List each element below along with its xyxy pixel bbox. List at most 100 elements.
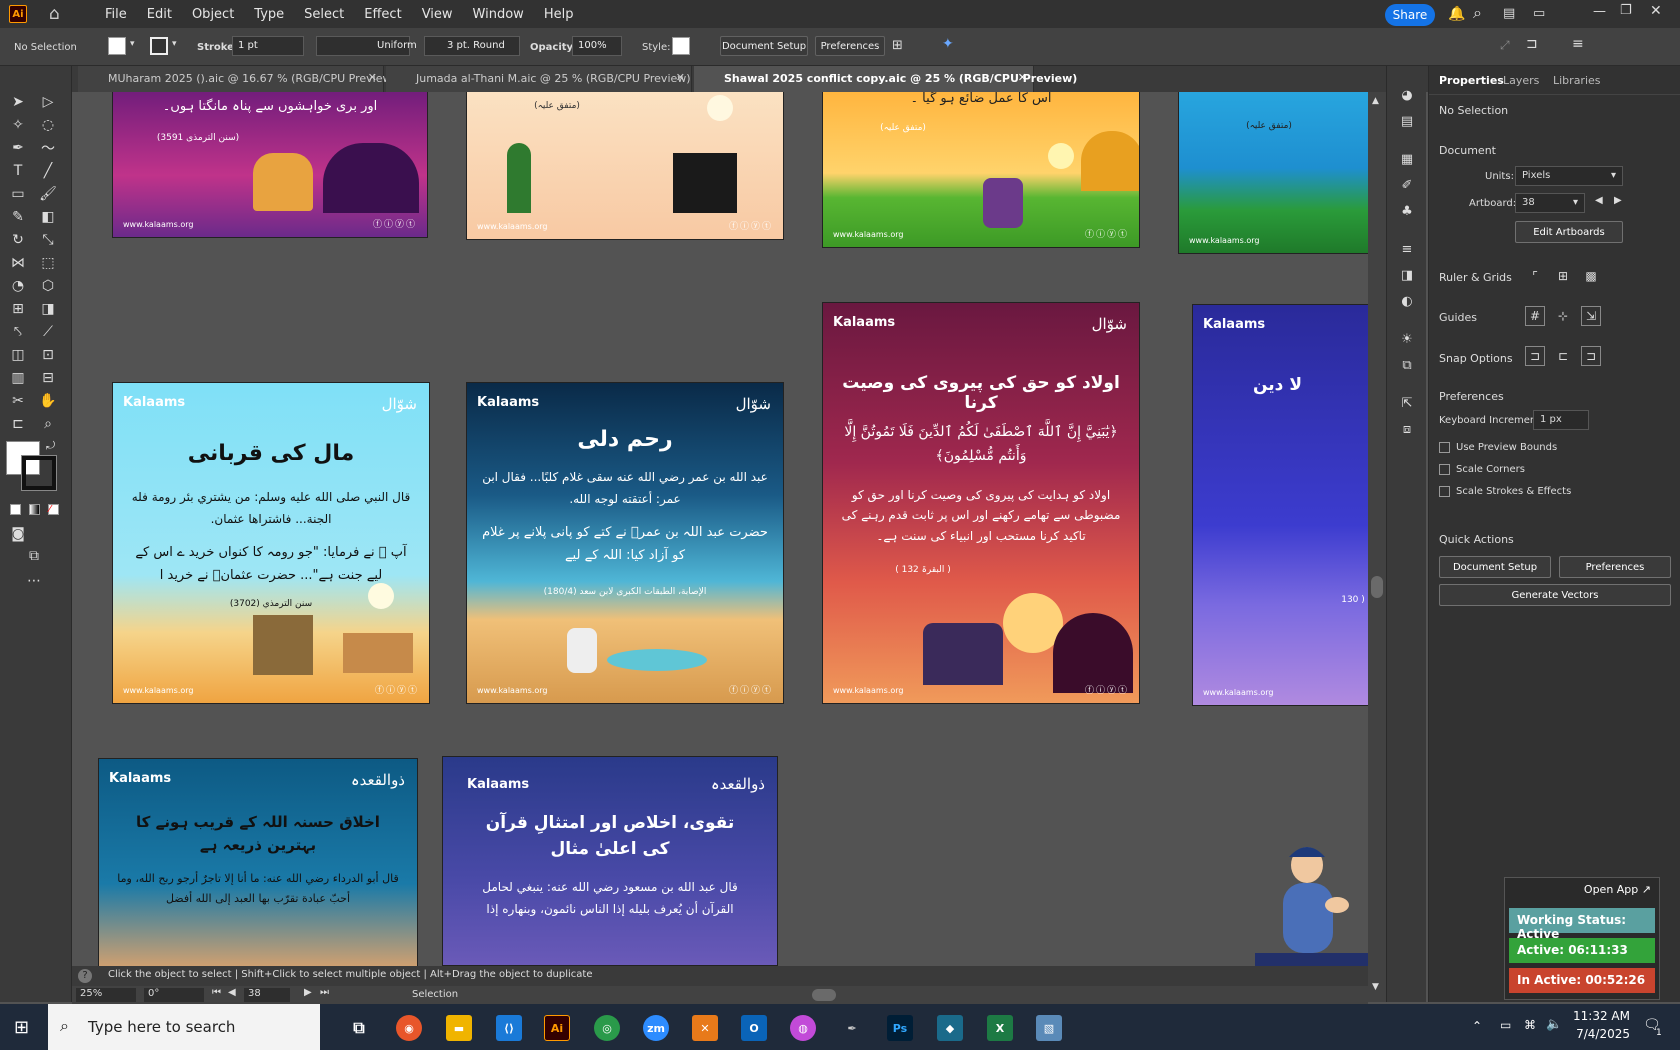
volume-icon[interactable]: 🔈 <box>1546 1017 1562 1032</box>
stroke-icon[interactable]: ≡ <box>1398 240 1416 258</box>
artboard-card[interactable]: Kalaams لا دین ( 130 www.kalaams.org <box>1192 304 1368 706</box>
brushes-icon[interactable]: ✐ <box>1398 176 1416 194</box>
menu-window[interactable]: Window <box>463 7 534 22</box>
menu-select[interactable]: Select <box>294 7 354 22</box>
snap-point-icon[interactable]: ⊐ <box>1525 346 1545 366</box>
snap-glyph-icon[interactable]: ⊐ <box>1581 346 1601 366</box>
task-view-icon[interactable]: ⧉ <box>346 1015 372 1041</box>
creative-cloud-icon[interactable]: ◍ <box>790 1015 816 1041</box>
xampp-icon[interactable]: ✕ <box>692 1015 718 1041</box>
zoom-dropdown[interactable]: 25% <box>76 988 136 1002</box>
pencil-icon[interactable]: ✎ <box>8 207 28 227</box>
artboard-card-children[interactable]: Kalaams شوّال اولاد کو حق کی پیروی کی وص… <box>822 302 1140 704</box>
minimize-icon[interactable]: — <box>1593 4 1606 19</box>
horizontal-scroll-thumb[interactable] <box>812 989 836 1001</box>
document-icon[interactable]: ▤ <box>1398 112 1416 130</box>
appearance-icon[interactable]: ☀ <box>1398 330 1416 348</box>
open-app-link[interactable]: Open App ↗ <box>1584 883 1651 896</box>
more-tools-icon[interactable]: ⋯ <box>24 571 44 591</box>
tab-jumada[interactable]: Jumada al-Thani M.aic @ 25 % (RGB/CPU Pr… <box>386 66 692 92</box>
edit-artboards-button[interactable]: Edit Artboards <box>1515 221 1623 243</box>
prev-artboard-icon[interactable]: ◀ <box>228 987 236 998</box>
measure-icon[interactable]: ⟋ <box>38 322 58 342</box>
print-tiling-icon[interactable]: ⊏ <box>8 414 28 434</box>
chevron-down-icon[interactable]: ▾ <box>130 39 135 49</box>
tab-libraries[interactable]: Libraries <box>1553 74 1601 87</box>
gradient-mode-icon[interactable] <box>29 504 40 515</box>
close-icon[interactable]: ✕ <box>368 71 377 84</box>
taskbar-clock[interactable]: 11:32 AM 7/4/2025 <box>1568 1009 1630 1041</box>
document-setup-button[interactable]: Document Setup <box>1439 556 1551 578</box>
stroke-profile-dropdown[interactable]: Uniform <box>316 36 417 56</box>
menu-edit[interactable]: Edit <box>137 7 182 22</box>
illustrator-taskbar-icon[interactable]: Ai <box>544 1015 570 1041</box>
scale-strokes-checkbox[interactable]: Scale Strokes & Effects <box>1439 486 1571 497</box>
app-icon[interactable]: ◆ <box>937 1015 963 1041</box>
tab-shawal[interactable]: Shawal 2025 conflict copy.aic @ 25 % (RG… <box>694 66 1077 92</box>
tab-muharam[interactable]: MUharam 2025 ().aic @ 16.67 % (RGB/CPU P… <box>78 66 396 92</box>
photoshop-icon[interactable]: Ps <box>887 1015 913 1041</box>
none-mode-icon[interactable]: ⁄ <box>48 504 59 515</box>
artboard-card[interactable]: (متفق علیہ) www.kalaams.org ⓕⓘⓨⓣ <box>466 92 784 240</box>
scroll-thumb[interactable] <box>1371 576 1383 598</box>
close-icon[interactable]: ✕ <box>1650 3 1662 19</box>
share-button[interactable]: Share <box>1385 4 1435 26</box>
arrange-documents-icon[interactable]: ⤢ <box>1500 38 1510 53</box>
rectangle-tool-icon[interactable]: ▭ <box>8 184 28 204</box>
magic-wand-icon[interactable]: ✧ <box>8 115 28 135</box>
stroke-swatch[interactable] <box>150 37 168 55</box>
units-dropdown[interactable]: Pixels ▾ <box>1515 166 1623 186</box>
width-tool-icon[interactable]: ⋈ <box>8 253 28 273</box>
artboard-navigator[interactable]: 38 <box>244 988 290 1002</box>
vertical-scrollbar[interactable]: ▲ ▼ <box>1368 92 1386 1002</box>
paintbrush-icon[interactable]: 🖌 <box>38 184 58 204</box>
tray-chevron-icon[interactable]: ⌃ <box>1472 1019 1482 1033</box>
screen-mode-icon[interactable]: ⧉ <box>24 546 44 566</box>
generate-vectors-button[interactable]: Generate Vectors <box>1439 584 1671 606</box>
use-preview-bounds-checkbox[interactable]: Use Preview Bounds <box>1439 442 1557 453</box>
snap-icon[interactable]: ⊐ <box>1526 36 1538 52</box>
preferences-button[interactable]: Preferences <box>815 36 885 56</box>
swap-icon[interactable]: ⤾ <box>46 439 55 453</box>
transparency-icon[interactable]: ◐ <box>1398 292 1416 310</box>
style-swatch[interactable] <box>672 37 690 55</box>
symbol-sprayer-icon[interactable]: ⊡ <box>38 345 58 365</box>
free-transform-icon[interactable]: ⬚ <box>38 253 58 273</box>
direct-selection-tool-icon[interactable]: ▷ <box>38 92 58 112</box>
artboard-card-mercy[interactable]: Kalaams شوّال رحم دلی عبد الله بن عمر رض… <box>466 382 784 704</box>
slice-icon[interactable]: ✂ <box>8 391 28 411</box>
artboard-card[interactable]: (متفق علیہ) www.kalaams.org <box>1178 92 1368 254</box>
artboard-canvas[interactable]: اور بری خواہشوں سے پناہ مانگتا ہوں۔ (سنن… <box>72 92 1368 966</box>
shape-builder-icon[interactable]: ◔ <box>8 276 28 296</box>
graph-icon[interactable]: ▥ <box>8 368 28 388</box>
tab-properties[interactable]: Properties <box>1439 74 1504 87</box>
pen-tool-icon[interactable]: ✒ <box>8 138 28 158</box>
scale-icon[interactable]: ⤡ <box>38 230 58 250</box>
arrange-icon[interactable]: ▭ <box>1533 6 1545 21</box>
search-icon[interactable]: ⌕ <box>1473 3 1482 23</box>
network-icon[interactable]: ⌘ <box>1524 1018 1536 1032</box>
blend-icon[interactable]: ◫ <box>8 345 28 365</box>
artboard-card-wealth[interactable]: Kalaams شوّال مال کی قربانی قال النبي صل… <box>112 382 430 704</box>
home-icon[interactable]: ⌂ <box>49 5 71 23</box>
document-setup-button[interactable]: Document Setup <box>720 36 808 56</box>
preferences-button[interactable]: Preferences <box>1559 556 1671 578</box>
help-icon[interactable]: ? <box>78 969 92 983</box>
chevron-down-icon[interactable]: ▾ <box>172 39 177 49</box>
symbols-icon[interactable]: ♣ <box>1398 202 1416 220</box>
stroke-weight-field[interactable]: 1 pt <box>232 36 304 56</box>
live-paint-icon[interactable]: ⬡ <box>38 276 58 296</box>
grid-icon[interactable]: ⊞ <box>1553 266 1573 286</box>
menu-effect[interactable]: Effect <box>354 7 411 22</box>
artboard-dropdown[interactable]: 38 ▾ <box>1515 193 1585 213</box>
artboard-card-taqwa[interactable]: Kalaams ذوالقعدہ تقوی، اخلاص اور امتثالِ… <box>442 756 778 966</box>
display-icon[interactable]: ▭ <box>1500 1018 1511 1032</box>
rotation-dropdown[interactable]: 0° <box>144 988 204 1002</box>
zoom-app-icon[interactable]: zm <box>643 1015 669 1041</box>
artboards-icon[interactable]: ⧈ <box>1398 420 1416 438</box>
ruler-icon[interactable]: ⌜ <box>1525 266 1545 286</box>
eyedropper-icon[interactable]: ⤣ <box>8 322 28 342</box>
keyboard-increment-field[interactable]: 1 px <box>1533 410 1589 430</box>
swatches-icon[interactable]: ▦ <box>1398 150 1416 168</box>
close-icon[interactable]: ✕ <box>1018 71 1027 84</box>
